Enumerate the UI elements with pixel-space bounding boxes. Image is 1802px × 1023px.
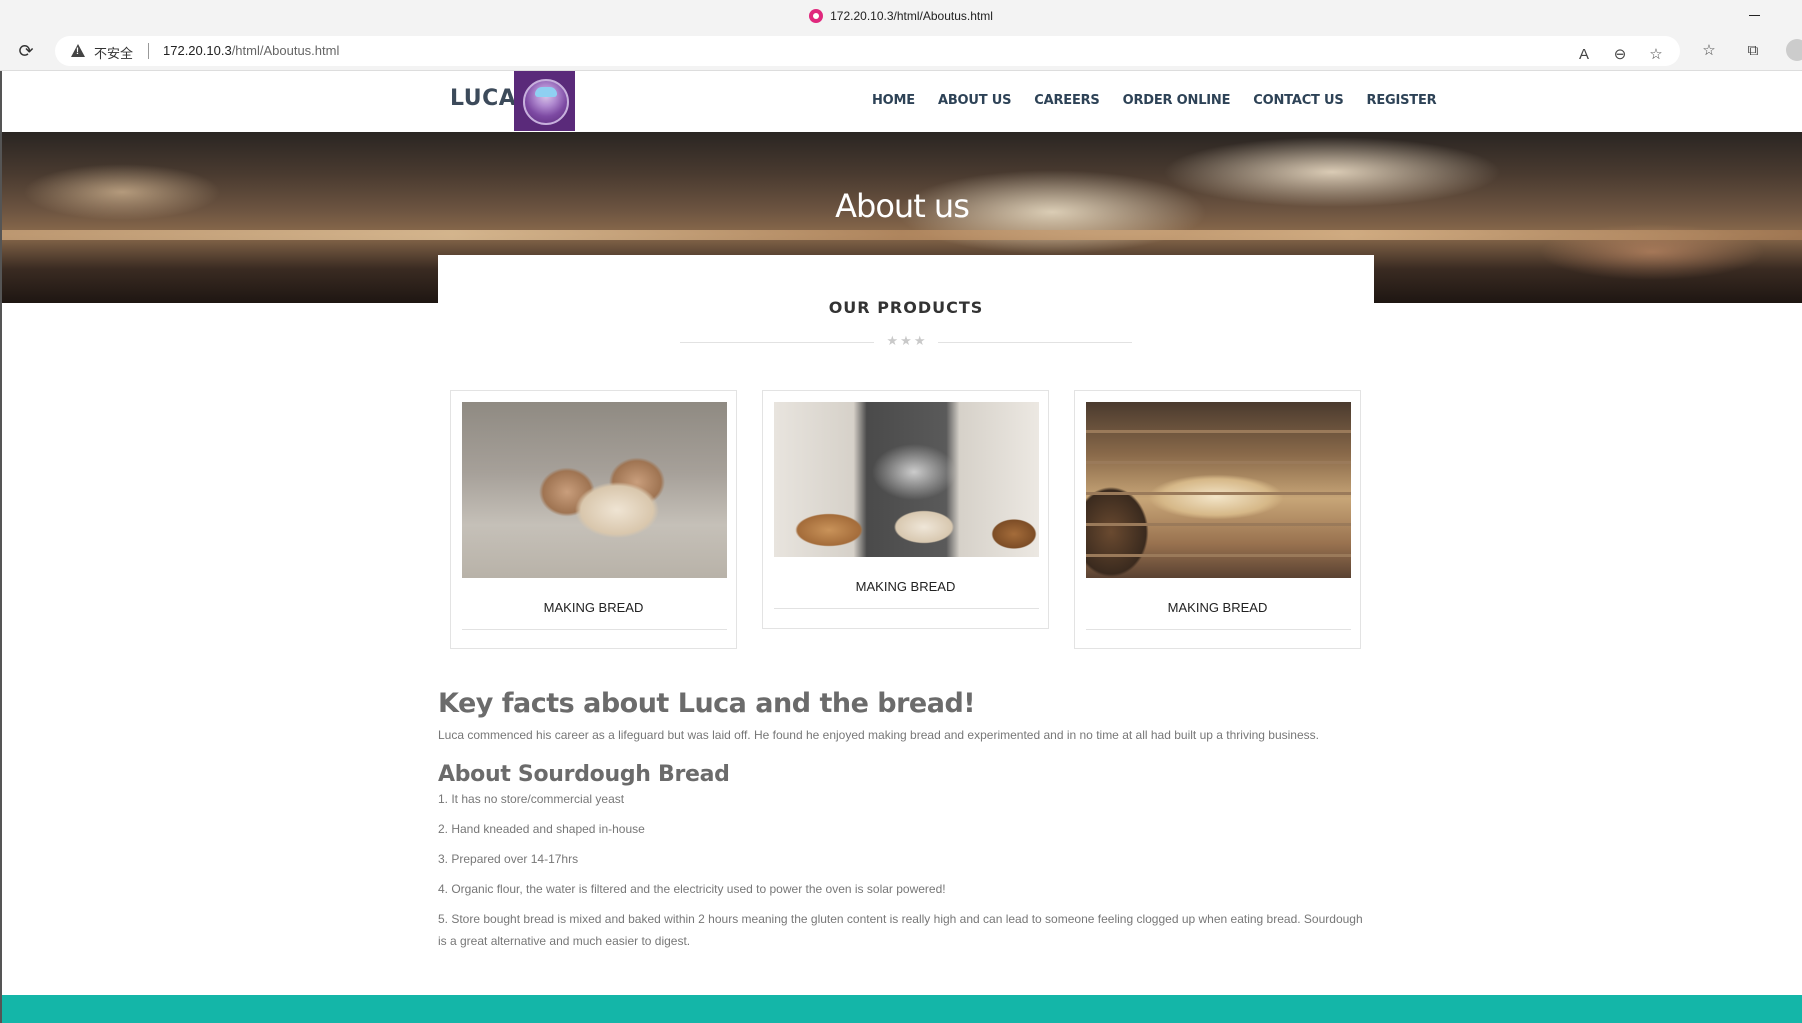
zoom-out-icon[interactable]: ⊖ xyxy=(1611,46,1629,64)
nav-contact-us[interactable]: CONTACT US xyxy=(1253,93,1343,108)
brand-link[interactable]: LUCA xyxy=(450,86,516,111)
profile-avatar-icon[interactable] xyxy=(1786,39,1802,61)
browser-titlebar: 172.20.10.3/html/Aboutus.html xyxy=(0,0,1802,32)
product-caption: MAKING BREAD xyxy=(1167,600,1268,615)
security-label[interactable]: 不安全 xyxy=(94,43,133,62)
product-photo-oven[interactable] xyxy=(1086,402,1351,578)
product-photo-kneading[interactable] xyxy=(462,402,727,578)
product-card[interactable]: MAKING BREAD xyxy=(450,390,737,649)
list-item: 5. Store bought bread is mixed and baked… xyxy=(438,912,1363,948)
product-caption: MAKING BREAD xyxy=(543,600,644,615)
nav-careers[interactable]: CAREERS xyxy=(1034,93,1100,108)
url-text[interactable]: 172.20.10.3/html/Aboutus.html xyxy=(163,43,339,58)
list-item: 4. Organic flour, the water is filtered … xyxy=(438,882,946,896)
web-page: LUCA HOME ABOUT US CAREERS ORDER ONLINE … xyxy=(0,71,1802,1023)
minimize-window-button[interactable] xyxy=(1748,8,1762,22)
list-item: 1. It has no store/commercial yeast xyxy=(438,792,625,806)
nav-home[interactable]: HOME xyxy=(872,93,915,108)
main-menu: HOME ABOUT US CAREERS ORDER ONLINE CONTA… xyxy=(872,93,1459,108)
nav-register[interactable]: REGISTER xyxy=(1367,93,1437,108)
url-host: 172.20.10.3 xyxy=(163,43,232,58)
nav-order-online[interactable]: ORDER ONLINE xyxy=(1123,93,1231,108)
logo-cupcake xyxy=(523,79,569,125)
nav-about-us[interactable]: ABOUT US xyxy=(938,93,1011,108)
browser-toolbar: ⟳ 不安全 172.20.10.3/html/Aboutus.html A ⊖ … xyxy=(0,32,1802,71)
favorites-icon[interactable]: ☆ xyxy=(1700,42,1718,60)
tab-title-text: 172.20.10.3/html/Aboutus.html xyxy=(830,9,993,23)
list-item: 3. Prepared over 14-17hrs xyxy=(438,852,579,866)
page-title: About us xyxy=(835,187,970,226)
list-item: 2. Hand kneaded and shaped in-house xyxy=(438,822,645,836)
key-facts-heading: Key facts about Luca and the bread! xyxy=(438,688,976,720)
product-divider xyxy=(462,629,727,630)
product-card[interactable]: MAKING BREAD xyxy=(1074,390,1361,649)
cupcake-logo-icon[interactable] xyxy=(514,71,575,131)
product-photo-flour[interactable] xyxy=(774,402,1039,557)
tab-title: 172.20.10.3/html/Aboutus.html xyxy=(0,9,1802,23)
address-bar[interactable]: 不安全 172.20.10.3/html/Aboutus.html A ⊖ ☆ xyxy=(55,36,1680,66)
warning-icon[interactable] xyxy=(71,44,85,57)
heading-divider-left xyxy=(680,342,874,343)
sourdough-heading: About Sourdough Bread xyxy=(438,762,730,787)
add-favorite-icon[interactable]: ☆ xyxy=(1647,46,1665,64)
product-divider xyxy=(1086,629,1351,630)
content-card: OUR PRODUCTS ★★★ MAKING BREAD MAKING BRE… xyxy=(438,255,1374,955)
url-path: /html/Aboutus.html xyxy=(231,43,340,58)
product-card[interactable]: MAKING BREAD xyxy=(762,390,1049,629)
address-separator xyxy=(148,43,149,59)
heading-divider-right xyxy=(938,342,1132,343)
sourdough-facts-list: 1. It has no store/commercial yeast 2. H… xyxy=(438,788,1374,960)
hero-bakery-shelf xyxy=(2,230,1802,240)
product-caption: MAKING BREAD xyxy=(855,579,956,594)
footer-bar xyxy=(2,995,1802,1023)
site-navbar: LUCA HOME ABOUT US CAREERS ORDER ONLINE … xyxy=(2,71,1802,132)
product-divider xyxy=(774,608,1039,609)
site-favicon-icon xyxy=(809,9,824,23)
stars-icon: ★★★ xyxy=(886,333,928,348)
reload-icon[interactable]: ⟳ xyxy=(16,41,36,61)
read-aloud-icon[interactable]: A xyxy=(1575,46,1593,64)
key-facts-paragraph: Luca commenced his career as a lifeguard… xyxy=(438,728,1319,742)
products-heading: OUR PRODUCTS xyxy=(828,298,984,317)
collections-icon[interactable]: ⧉ xyxy=(1744,42,1762,60)
